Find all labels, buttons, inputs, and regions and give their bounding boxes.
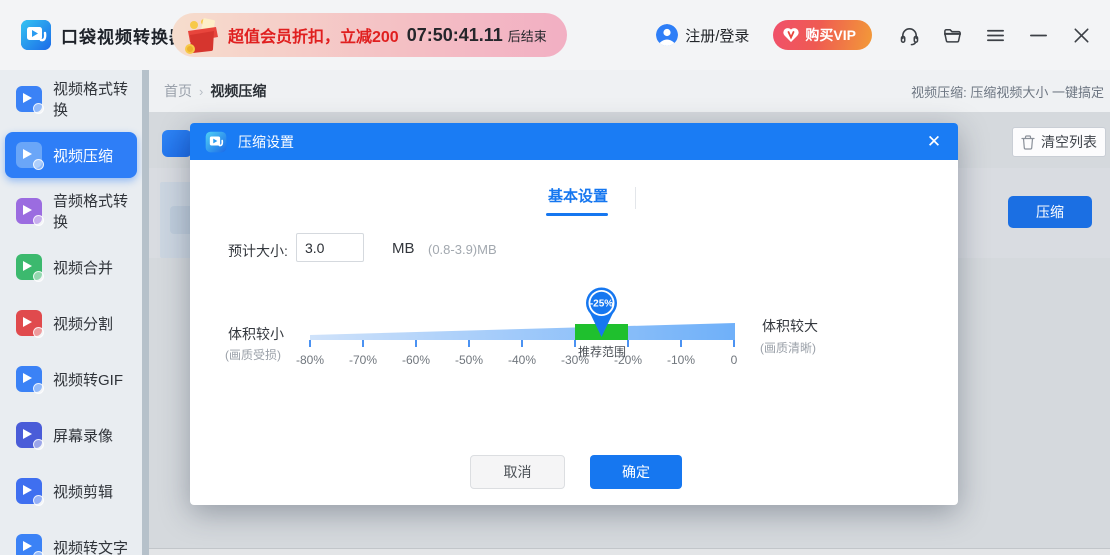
- tab-basic-settings[interactable]: 基本设置: [548, 185, 608, 206]
- bottom-strip: [149, 548, 1110, 555]
- sidebar-item-label: 视频转文字: [53, 537, 128, 555]
- sidebar-item-icon: [16, 254, 42, 280]
- tab-divider: [635, 187, 636, 209]
- dialog-logo-icon: [205, 131, 227, 153]
- titlebar: 口袋视频转换器 超值会员折扣，立减200 07:50:41.11 后结束 注册/…: [0, 0, 1110, 70]
- sidebar-item-icon: [16, 422, 42, 448]
- sidebar-item-4[interactable]: 视频分割: [5, 300, 137, 346]
- breadcrumb-separator: ›: [199, 84, 203, 99]
- slider-track[interactable]: [310, 323, 735, 340]
- clear-list-label: 清空列表: [1041, 132, 1097, 152]
- compress-button[interactable]: 压缩: [1008, 196, 1092, 228]
- close-window-icon[interactable]: [1070, 24, 1092, 46]
- support-headset-icon[interactable]: [898, 24, 920, 46]
- dialog-title: 压缩设置: [238, 132, 294, 152]
- slider-ticks: [310, 340, 734, 347]
- sidebar-item-1[interactable]: 视频压缩: [5, 132, 137, 178]
- sidebar-item-icon: [16, 198, 42, 224]
- sidebar-item-label: 视频剪辑: [53, 481, 113, 502]
- sidebar-item-6[interactable]: 屏幕录像: [5, 412, 137, 458]
- promo-text: 超值会员折扣，立减200: [228, 23, 399, 47]
- promo-banner[interactable]: 超值会员折扣，立减200 07:50:41.11 后结束: [172, 13, 567, 57]
- sidebar-item-icon: [16, 86, 42, 112]
- slider-tick-label: -80%: [288, 353, 332, 367]
- promo-countdown: 07:50:41.11: [407, 25, 503, 46]
- sidebar-item-icon: [16, 478, 42, 504]
- login-register-link[interactable]: 注册/登录: [685, 25, 749, 46]
- cancel-button[interactable]: 取消: [470, 455, 565, 489]
- compression-settings-dialog: 压缩设置 ✕ 基本设置 预计大小: MB (0.8-3.9)MB 体积较小 (画…: [190, 123, 958, 505]
- tab-underline: [546, 213, 608, 216]
- menu-icon[interactable]: [984, 24, 1006, 46]
- slider-marker-value: -25%: [590, 299, 613, 310]
- slider-tick-label: -40%: [500, 353, 544, 367]
- sidebar-item-5[interactable]: 视频转GIF: [5, 356, 137, 402]
- sidebar-item-label: 视频压缩: [53, 145, 113, 166]
- avatar[interactable]: [656, 24, 678, 46]
- slider-tick-label: -30%: [553, 353, 597, 367]
- sidebar-item-label: 视频格式转换: [53, 78, 137, 120]
- slider-tick-label: -50%: [447, 353, 491, 367]
- breadcrumb: 首页 › 视频压缩 视频压缩: 压缩视频大小 一键搞定: [149, 70, 1110, 112]
- ok-button[interactable]: 确定: [590, 455, 682, 489]
- buy-vip-label: 购买VIP: [805, 25, 856, 45]
- gift-box-icon: [180, 13, 224, 57]
- breadcrumb-home-link[interactable]: 首页: [164, 81, 192, 101]
- add-file-icon[interactable]: [162, 130, 192, 157]
- sidebar-item-label: 视频分割: [53, 313, 113, 334]
- slider-tick-label: -60%: [394, 353, 438, 367]
- sidebar-item-2[interactable]: 音频格式转换: [5, 188, 137, 234]
- sidebar-item-icon: [16, 534, 42, 555]
- app-logo-icon: [20, 19, 52, 51]
- minimize-icon[interactable]: [1027, 24, 1049, 46]
- dialog-header: 压缩设置 ✕: [190, 123, 958, 160]
- slider-tick-label: 0: [712, 353, 756, 367]
- sidebar-item-label: 视频合并: [53, 257, 113, 278]
- sidebar-item-0[interactable]: 视频格式转换: [5, 76, 137, 122]
- sidebar-item-7[interactable]: 视频剪辑: [5, 468, 137, 514]
- dialog-close-icon[interactable]: ✕: [923, 131, 945, 153]
- promo-suffix: 后结束: [508, 26, 547, 45]
- sidebar-item-label: 视频转GIF: [53, 369, 123, 390]
- sidebar-item-icon: [16, 142, 42, 168]
- clear-list-button[interactable]: 清空列表: [1012, 127, 1106, 157]
- sidebar-item-icon: [16, 310, 42, 336]
- vip-badge-icon: [783, 27, 799, 43]
- trash-icon: [1021, 135, 1035, 150]
- buy-vip-button[interactable]: 购买VIP: [773, 20, 872, 50]
- open-folder-icon[interactable]: [941, 24, 963, 46]
- sidebar-item-label: 音频格式转换: [53, 190, 137, 232]
- slider-tick-label: -20%: [606, 353, 650, 367]
- slider-tick-label: -70%: [341, 353, 385, 367]
- breadcrumb-current: 视频压缩: [210, 81, 266, 101]
- sidebar-item-8[interactable]: 视频转文字: [5, 524, 137, 555]
- sidebar-item-label: 屏幕录像: [53, 425, 113, 446]
- slider-tick-label: -10%: [659, 353, 703, 367]
- sidebar-item-3[interactable]: 视频合并: [5, 244, 137, 290]
- app-title: 口袋视频转换器: [61, 23, 187, 48]
- page-tagline: 视频压缩: 压缩视频大小 一键搞定: [911, 82, 1104, 101]
- sidebar-item-icon: [16, 366, 42, 392]
- sidebar: 视频格式转换视频压缩音频格式转换视频合并视频分割视频转GIF 屏幕录像视频剪辑视频…: [0, 70, 142, 555]
- sidebar-scrollbar[interactable]: [142, 70, 149, 555]
